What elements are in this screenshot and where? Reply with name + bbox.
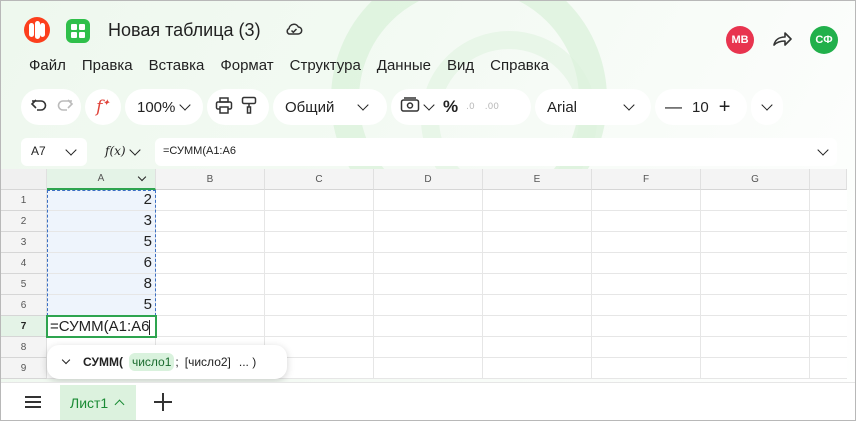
currency-decimal-group: % .0 .00 — [391, 89, 531, 125]
column-header-g[interactable]: G — [701, 169, 810, 190]
undo-redo-group — [21, 89, 81, 125]
sheet-list-menu-icon[interactable] — [25, 396, 41, 408]
menu-format[interactable]: Формат — [220, 57, 273, 74]
print-icon[interactable] — [215, 96, 233, 118]
avatar-sf[interactable]: СФ — [810, 26, 838, 54]
active-cell-text: =СУММ(A1:A6 — [50, 318, 150, 335]
menu-edit[interactable]: Правка — [82, 57, 133, 74]
column-header-e[interactable]: E — [483, 169, 592, 190]
row-header-7[interactable]: 7 — [1, 316, 47, 337]
text-cursor — [149, 319, 151, 335]
font-size-group: — 10 + — [655, 89, 747, 125]
chevron-down-icon[interactable] — [61, 355, 71, 365]
font-size-value[interactable]: 10 — [692, 99, 709, 116]
yandex-360-logo-icon[interactable] — [24, 17, 50, 43]
chevron-down-icon — [623, 99, 635, 111]
formula-input[interactable]: =СУММ(A1:A6 — [155, 138, 837, 166]
chevron-down-icon[interactable] — [137, 172, 147, 182]
function-arg-optional: [число2] — [184, 355, 231, 369]
menu-help[interactable]: Справка — [490, 57, 549, 74]
paint-format-icon[interactable] — [241, 96, 257, 118]
document-title[interactable]: Новая таблица (3) — [108, 20, 261, 41]
spreadsheet-app: Новая таблица (3) МВ СФ Файл Правка Вста… — [0, 0, 856, 421]
sheet-bar: Лист1 — [1, 382, 855, 420]
column-header-h[interactable] — [810, 169, 847, 190]
font-family-value: Arial — [547, 98, 578, 116]
more-toolbar-button[interactable] — [751, 89, 783, 125]
font-size-decrease-button[interactable]: — — [665, 97, 682, 117]
select-all-corner[interactable] — [1, 169, 47, 190]
spreadsheet-grid: A B C D E F G 1 2 3 4 5 6 7 8 9 2 3 5 6 … — [1, 169, 847, 379]
chevron-down-icon — [357, 99, 369, 111]
chevron-down-icon — [817, 144, 829, 156]
menu-view[interactable]: Вид — [447, 57, 474, 74]
function-sparkle-icon: f✦ — [96, 97, 110, 117]
chevron-down-icon[interactable] — [423, 99, 435, 111]
row-header-2[interactable]: 2 — [1, 211, 47, 232]
add-sheet-icon[interactable] — [154, 393, 172, 411]
formula-text: =СУММ(A1:A6 — [163, 145, 236, 157]
row-header-1[interactable]: 1 — [1, 190, 47, 211]
menu-file[interactable]: Файл — [29, 57, 66, 74]
row-header-9[interactable]: 9 — [1, 358, 47, 379]
avatar-mv[interactable]: МВ — [726, 26, 754, 54]
row-header-3[interactable]: 3 — [1, 232, 47, 253]
menu-insert[interactable]: Вставка — [149, 57, 205, 74]
column-header-f[interactable]: F — [592, 169, 701, 190]
sheet-tab-label: Лист1 — [70, 394, 109, 411]
row-header-8[interactable]: 8 — [1, 337, 47, 358]
function-arg-separator: ; — [175, 355, 179, 369]
chevron-down-icon — [761, 99, 773, 111]
chevron-down-icon[interactable] — [129, 144, 141, 156]
column-header-d[interactable]: D — [374, 169, 483, 190]
chevron-up-icon — [114, 399, 125, 410]
function-insert-button[interactable]: f✦ — [85, 89, 121, 125]
column-header-a[interactable]: A — [47, 169, 156, 190]
row-header-5[interactable]: 5 — [1, 274, 47, 295]
chevron-down-icon — [179, 99, 192, 111]
font-family-select[interactable]: Arial — [535, 89, 651, 125]
share-icon[interactable] — [772, 31, 792, 51]
font-size-increase-button[interactable]: + — [719, 96, 731, 119]
cloud-sync-icon — [285, 21, 303, 41]
cell-reference: A7 — [31, 144, 46, 158]
menu-bar: Файл Правка Вставка Формат Структура Дан… — [19, 57, 555, 74]
percent-button[interactable]: % — [443, 97, 458, 117]
number-format-select[interactable]: Общий — [273, 89, 387, 125]
function-arg-more: ... ) — [238, 355, 257, 369]
menu-data[interactable]: Данные — [377, 57, 431, 74]
zoom-value: 100% — [137, 98, 176, 116]
menu-structure[interactable]: Структура — [290, 57, 361, 74]
function-name: СУММ( — [83, 355, 123, 369]
row-header-6[interactable]: 6 — [1, 295, 47, 316]
row-header-4[interactable]: 4 — [1, 253, 47, 274]
range-highlight — [47, 190, 156, 316]
fx-label[interactable]: f(x) — [105, 144, 126, 158]
sheet-tab-list1[interactable]: Лист1 — [60, 385, 136, 420]
number-format-value: Общий — [285, 98, 335, 116]
column-header-c[interactable]: C — [265, 169, 374, 190]
function-arg-current: число1 — [128, 353, 175, 371]
print-paint-group — [207, 89, 269, 125]
active-cell-editor[interactable]: =СУММ(A1:A6 — [46, 315, 157, 338]
chevron-down-icon — [65, 144, 77, 156]
column-header-b[interactable]: B — [156, 169, 265, 190]
zoom-select[interactable]: 100% — [125, 89, 203, 125]
undo-icon[interactable] — [30, 97, 48, 117]
tables-app-icon — [66, 19, 90, 43]
increase-decimal-button[interactable]: .00 — [485, 102, 499, 112]
cell-reference-select[interactable]: A7 — [21, 138, 87, 166]
function-hint-popup[interactable]: СУММ( число1 ; [число2] ... ) — [47, 345, 287, 379]
decrease-decimal-button[interactable]: .0 — [466, 102, 475, 112]
currency-icon[interactable] — [400, 97, 420, 117]
redo-icon[interactable] — [56, 97, 74, 117]
